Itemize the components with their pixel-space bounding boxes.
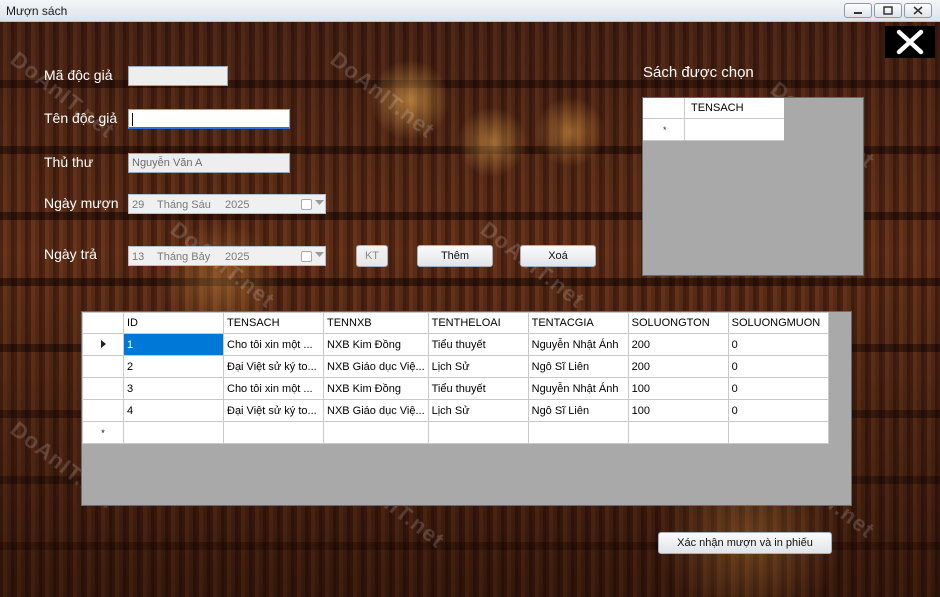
- column-header-tentheloai[interactable]: TENTHELOAI: [427, 312, 529, 334]
- minimize-button[interactable]: [844, 3, 872, 18]
- close-button[interactable]: [904, 3, 932, 18]
- return-date-picker[interactable]: 13 Tháng Bảy 2025: [128, 246, 326, 266]
- grid-header-row: ID TENSACH TENNXB TENTHELOAI TENTACGIA S…: [82, 312, 829, 334]
- table-cell[interactable]: Ngô Sĩ Liên: [527, 355, 629, 378]
- form-client-area: DoAnIT.net DoAnIT.net DoAnIT.net DoAnIT.…: [0, 22, 940, 597]
- table-cell[interactable]: NXB Kim Đồng: [323, 377, 429, 400]
- table-cell[interactable]: Cho tôi xin một ...: [223, 377, 324, 400]
- table-cell[interactable]: Đại Việt sử ký to...: [223, 399, 324, 422]
- table-cell[interactable]: NXB Giáo dục Việ...: [323, 399, 429, 422]
- confirm-borrow-print-button[interactable]: Xác nhận mượn và in phiếu: [658, 532, 832, 554]
- return-day: 13: [132, 251, 145, 263]
- row-header[interactable]: [82, 333, 124, 356]
- title-bar: Mượn sách: [0, 0, 940, 22]
- table-cell[interactable]: Nguyễn Nhật Ánh: [527, 333, 629, 356]
- row-header[interactable]: [82, 399, 124, 422]
- reader-name-label: Tên độc giả: [44, 110, 118, 126]
- table-cell[interactable]: Ngô Sĩ Liên: [527, 399, 629, 422]
- table-cell[interactable]: [527, 421, 629, 444]
- column-header-soluongton[interactable]: SOLUONGTON: [627, 312, 729, 334]
- current-row-arrow-icon: [100, 339, 106, 348]
- column-header-soluongmuon[interactable]: SOLUONGMUON: [727, 312, 829, 334]
- table-cell[interactable]: 2: [123, 355, 224, 378]
- row-header-column: [643, 98, 685, 141]
- watermark-text: DoAnIT.net: [325, 46, 440, 143]
- table-cell[interactable]: 4: [123, 399, 224, 422]
- column-header-id[interactable]: ID: [123, 312, 224, 334]
- delete-button[interactable]: Xoá: [520, 245, 596, 267]
- table-cell[interactable]: Lịch Sử: [427, 399, 529, 422]
- table-cell[interactable]: 0: [727, 399, 829, 422]
- table-cell[interactable]: Nguyễn Nhật Ánh: [527, 377, 629, 400]
- reader-id-label: Mã độc giả: [44, 67, 113, 83]
- table-cell[interactable]: Lịch Sử: [427, 355, 529, 378]
- table-cell[interactable]: 200: [627, 355, 729, 378]
- table-cell[interactable]: 200: [627, 333, 729, 356]
- table-cell[interactable]: 100: [627, 377, 729, 400]
- borrow-year: 2025: [225, 199, 250, 211]
- table-cell[interactable]: 100: [627, 399, 729, 422]
- table-cell[interactable]: [323, 421, 429, 444]
- borrow-month: Tháng Sáu: [157, 199, 211, 211]
- table-cell[interactable]: 0: [727, 355, 829, 378]
- table-cell[interactable]: 3: [123, 377, 224, 400]
- new-row-marker: *: [82, 421, 124, 444]
- table-cell[interactable]: [727, 421, 829, 444]
- librarian-label: Thủ thư: [44, 154, 94, 170]
- window-title: Mượn sách: [6, 4, 68, 18]
- table-cell[interactable]: NXB Kim Đồng: [323, 333, 429, 356]
- close-icon: [913, 6, 923, 15]
- add-button[interactable]: Thêm: [417, 245, 493, 267]
- row-header[interactable]: [82, 355, 124, 378]
- selected-books-title: Sách được chọn: [643, 64, 754, 81]
- maximize-button[interactable]: [874, 3, 902, 18]
- row-header[interactable]: [82, 377, 124, 400]
- return-month: Tháng Bảy: [157, 251, 211, 263]
- table-cell[interactable]: 0: [727, 377, 829, 400]
- column-header-tensach[interactable]: TENSACH: [691, 102, 744, 114]
- column-header-tensach[interactable]: TENSACH: [223, 312, 324, 334]
- table-cell[interactable]: [123, 421, 224, 444]
- return-year: 2025: [225, 251, 250, 263]
- new-row[interactable]: *: [82, 421, 829, 444]
- close-x-icon: [896, 29, 924, 55]
- table-cell[interactable]: Tiểu thuyết: [427, 377, 529, 400]
- table-row[interactable]: 2 Đại Việt sử ký to... NXB Giáo dục Việ.…: [82, 355, 829, 378]
- minimize-icon: [854, 12, 862, 14]
- check-button[interactable]: KT: [356, 245, 388, 267]
- table-row[interactable]: 1 Cho tôi xin một ... NXB Kim Đồng Tiểu …: [82, 333, 829, 356]
- books-grid[interactable]: ID TENSACH TENNXB TENTHELOAI TENTACGIA S…: [81, 311, 852, 506]
- librarian-field[interactable]: Nguyễn Văn A: [128, 153, 290, 173]
- column-header-tentacgia[interactable]: TENTACGIA: [527, 312, 629, 334]
- table-row[interactable]: 4 Đại Việt sử ký to... NXB Giáo dục Việ.…: [82, 399, 829, 422]
- date-checkbox[interactable]: [301, 251, 312, 262]
- table-cell[interactable]: NXB Giáo dục Việ...: [323, 355, 429, 378]
- table-cell[interactable]: [627, 421, 729, 444]
- text-caret: [132, 113, 133, 126]
- chevron-down-icon: [315, 200, 324, 205]
- table-cell[interactable]: [223, 421, 324, 444]
- table-cell[interactable]: Tiểu thuyết: [427, 333, 529, 356]
- table-row[interactable]: 3 Cho tôi xin một ... NXB Kim Đồng Tiểu …: [82, 377, 829, 400]
- reader-name-field[interactable]: [128, 109, 290, 129]
- borrow-day: 29: [132, 199, 145, 211]
- table-cell[interactable]: 1: [123, 333, 224, 356]
- chevron-down-icon: [315, 252, 324, 257]
- table-cell[interactable]: Đại Việt sử ký to...: [223, 355, 324, 378]
- watermark-text: DoAnIT.net: [5, 46, 120, 143]
- table-cell[interactable]: [427, 421, 529, 444]
- exit-form-button[interactable]: [885, 26, 935, 58]
- column-header-tennxb[interactable]: TENNXB: [323, 312, 429, 334]
- borrow-date-label: Ngày mượn: [44, 195, 119, 211]
- maximize-icon: [883, 6, 893, 15]
- borrow-date-picker[interactable]: 29 Tháng Sáu 2025: [128, 194, 326, 214]
- date-checkbox[interactable]: [301, 199, 312, 210]
- selected-books-grid[interactable]: TENSACH *: [642, 97, 864, 276]
- return-date-label: Ngày trả: [44, 246, 97, 262]
- table-cell[interactable]: Cho tôi xin một ...: [223, 333, 324, 356]
- reader-id-field[interactable]: [128, 66, 228, 86]
- table-cell[interactable]: 0: [727, 333, 829, 356]
- corner-header: [82, 312, 124, 334]
